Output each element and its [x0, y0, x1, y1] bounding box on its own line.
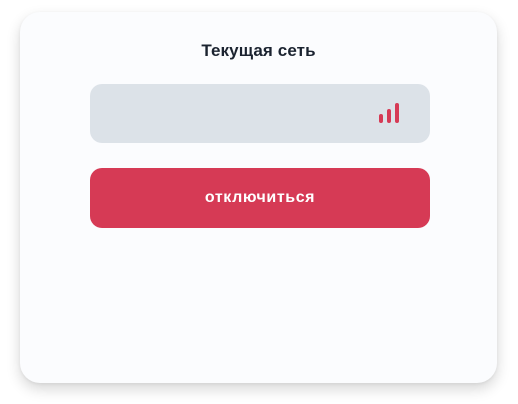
current-network-card: Текущая сеть отключиться: [20, 12, 497, 383]
current-network-field[interactable]: [90, 84, 430, 143]
panel-title: Текущая сеть: [201, 41, 316, 60]
signal-strength-icon: [379, 103, 399, 123]
disconnect-button[interactable]: отключиться: [90, 168, 430, 228]
